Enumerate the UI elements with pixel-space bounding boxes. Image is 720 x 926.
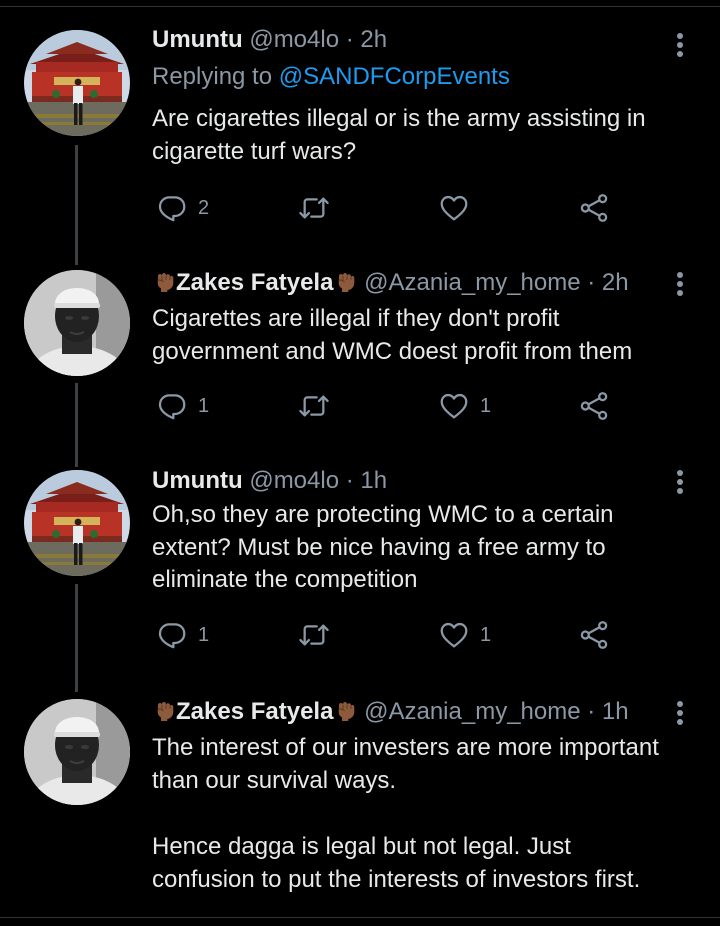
like-button[interactable]: 1 <box>438 619 491 651</box>
display-name[interactable]: Zakes Fatyela <box>176 698 333 725</box>
timestamp[interactable]: · 1h <box>587 698 628 725</box>
avatar[interactable] <box>24 30 130 136</box>
like-count: 1 <box>480 394 492 417</box>
tweet-text-line: Are cigarettes illegal or is the army as… <box>152 105 646 132</box>
display-name[interactable]: Zakes Fatyela <box>176 269 333 296</box>
share-icon <box>578 619 610 651</box>
tweet-text-line: confusion to put the interests of invest… <box>152 865 641 893</box>
retweet-button[interactable] <box>298 390 330 422</box>
timestamp[interactable]: · 1h <box>346 467 387 494</box>
share-icon <box>578 192 610 224</box>
retweet-button[interactable] <box>298 619 330 651</box>
action-bar: 1 1 <box>152 619 622 651</box>
reply-button[interactable]: 2 <box>156 192 209 224</box>
tweet-header: Zakes Fatyela @Azania_my_home · 2h <box>152 268 629 298</box>
replying-prefix: Replying to <box>152 63 273 90</box>
share-icon <box>578 390 610 422</box>
reply-button[interactable]: 1 <box>156 390 209 422</box>
display-name[interactable]: Umuntu <box>152 26 243 53</box>
tweet-text: Cigarettes are illegal if they don't pro… <box>152 303 632 368</box>
tweet-text-line: eliminate the competition <box>152 566 418 593</box>
mention-link[interactable]: @SANDFCorpEvents <box>279 63 510 90</box>
tweet-text-line: than our survival ways. <box>152 766 397 794</box>
avatar[interactable] <box>24 270 130 376</box>
like-button[interactable] <box>438 192 470 224</box>
reply-icon <box>156 390 188 422</box>
heart-icon <box>438 192 470 224</box>
top-divider <box>0 6 720 7</box>
tweet-header: Umuntu @mo4lo · 1h <box>152 466 387 496</box>
thread-line <box>75 383 78 467</box>
tweet-text-line: government and WMC doest profit from the… <box>152 337 633 365</box>
handle[interactable]: @mo4lo <box>249 26 339 53</box>
raised-fist-emoji <box>152 698 176 722</box>
share-button[interactable] <box>578 390 610 422</box>
tweet-text-line: Oh,so they are protecting WMC to a certa… <box>152 501 614 528</box>
share-button[interactable] <box>578 619 610 651</box>
tweet-header: Zakes Fatyela @Azania_my_home · 1h <box>152 697 629 727</box>
handle[interactable]: @mo4lo <box>249 467 339 494</box>
tweet-text-line <box>152 797 659 831</box>
tweet-text: Are cigarettes illegal or is the army as… <box>152 103 646 168</box>
avatar[interactable] <box>24 699 130 805</box>
raised-fist-emoji <box>333 269 357 293</box>
raised-fist-emoji <box>333 698 357 722</box>
reply-icon <box>156 619 188 651</box>
raised-fist-emoji <box>152 269 176 293</box>
tweet-text-line: The interest of our investers are more i… <box>152 734 659 761</box>
retweet-icon <box>298 192 330 224</box>
timestamp[interactable]: · 2h <box>346 26 387 53</box>
action-bar: 2 <box>152 192 622 224</box>
like-count: 1 <box>480 623 492 646</box>
tweet-text-line: extent? Must be nice having a free army … <box>152 533 606 561</box>
heart-icon <box>438 619 470 651</box>
avatar[interactable] <box>24 470 130 576</box>
tweet-text-line: Cigarettes are illegal if they don't pro… <box>152 305 560 332</box>
tweet-text: The interest of our investers are more i… <box>152 732 659 896</box>
tweet-text: Oh,so they are protecting WMC to a certa… <box>152 499 614 597</box>
display-name[interactable]: Umuntu <box>152 467 243 494</box>
action-bar: 1 1 <box>152 390 622 422</box>
reply-count: 2 <box>198 196 210 219</box>
more-options-icon[interactable] <box>672 31 688 59</box>
tweet-text-line: Hence dagga is legal but not legal. Just <box>152 833 571 860</box>
handle[interactable]: @Azania_my_home <box>364 269 580 296</box>
replying-to: Replying to @SANDFCorpEvents <box>152 62 510 92</box>
timestamp[interactable]: · 2h <box>587 269 628 296</box>
more-options-icon[interactable] <box>672 468 688 496</box>
bottom-divider <box>0 917 720 918</box>
tweet-text-line: cigarette turf wars? <box>152 137 357 165</box>
reply-icon <box>156 192 188 224</box>
tweet-header: Umuntu @mo4lo · 2h <box>152 25 387 55</box>
reply-count: 1 <box>198 623 210 646</box>
thread-line <box>75 145 78 265</box>
thread-line <box>75 584 78 692</box>
reply-count: 1 <box>198 394 210 417</box>
more-options-icon[interactable] <box>672 270 688 298</box>
share-button[interactable] <box>578 192 610 224</box>
retweet-icon <box>298 619 330 651</box>
handle[interactable]: @Azania_my_home <box>364 698 580 725</box>
reply-button[interactable]: 1 <box>156 619 209 651</box>
more-options-icon[interactable] <box>672 699 688 727</box>
retweet-icon <box>298 390 330 422</box>
like-button[interactable]: 1 <box>438 390 491 422</box>
retweet-button[interactable] <box>298 192 330 224</box>
heart-icon <box>438 390 470 422</box>
